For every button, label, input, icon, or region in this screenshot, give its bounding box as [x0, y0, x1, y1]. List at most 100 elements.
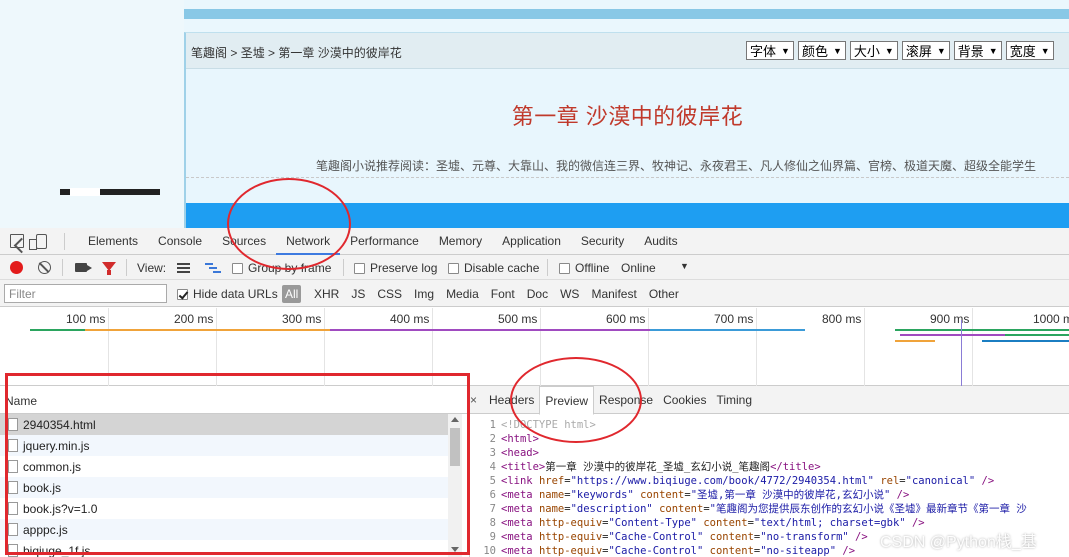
font-select[interactable]: 字体 ▼: [746, 41, 794, 60]
type-filter-js[interactable]: JS: [345, 287, 371, 301]
toolbar-divider: [126, 259, 127, 276]
type-filter-ws[interactable]: WS: [554, 287, 585, 301]
dropdown-arrow-icon: ▼: [936, 45, 946, 56]
line-number: 1: [489, 419, 496, 431]
size-select[interactable]: 大小 ▼: [849, 41, 898, 60]
large-rows-icon[interactable]: [177, 263, 190, 273]
source-token: "Content-Type": [608, 517, 697, 529]
source-token: http-equiv: [538, 531, 603, 543]
type-filter-other[interactable]: Other: [643, 287, 685, 301]
timeline-tick-label: 700 ms: [714, 312, 754, 326]
chevron-down-icon[interactable]: ▼: [680, 261, 689, 271]
disable-cache-checkbox[interactable]: Disable cache: [448, 261, 539, 275]
throttling-select[interactable]: Online: [621, 261, 656, 275]
line-number: 6: [489, 489, 496, 501]
type-filter-img[interactable]: Img: [408, 287, 440, 301]
network-toolbar: View: Group by frame Preserve log Disabl…: [0, 255, 1069, 280]
tab-timing[interactable]: Timing: [711, 386, 757, 414]
close-icon[interactable]: ×: [470, 393, 477, 407]
inspect-element-icon[interactable]: [10, 234, 24, 248]
source-token: "Cache-Control": [608, 545, 704, 557]
toolbar-divider: [343, 259, 344, 276]
background-select[interactable]: 背景 ▼: [953, 41, 1002, 60]
offline-checkbox[interactable]: Offline: [559, 261, 609, 275]
breadcrumb-book-link[interactable]: 圣墟: [241, 46, 265, 60]
scroll-select[interactable]: 滚屏 ▼: [901, 41, 950, 60]
annotation-circle: [227, 178, 351, 270]
dropdown-arrow-icon: ▼: [832, 45, 842, 56]
dropdown-arrow-icon: ▼: [988, 45, 998, 56]
source-token: content: [697, 517, 748, 529]
line-number: 2: [489, 433, 496, 445]
tab-security[interactable]: Security: [571, 228, 634, 255]
filter-input[interactable]: [4, 284, 167, 303]
reading-controls: 字体 ▼ 颜色 ▼ 大小 ▼ 滚屏 ▼ 背景 ▼ 宽度 ▼: [746, 41, 1054, 60]
clear-icon[interactable]: [38, 261, 51, 274]
breadcrumb-home-link[interactable]: 笔趣阁: [191, 46, 227, 60]
line-number: 5: [489, 475, 496, 487]
tab-elements[interactable]: Elements: [78, 228, 148, 255]
tab-memory[interactable]: Memory: [429, 228, 492, 255]
watermark: CSDN @Python栈_基: [880, 534, 1037, 551]
devtools-tab-bar: Elements Console Sources Network Perform…: [0, 228, 1069, 255]
source-token: "no-siteapp": [760, 545, 837, 557]
type-filter-xhr[interactable]: XHR: [308, 287, 345, 301]
type-filter-all[interactable]: All: [282, 285, 302, 303]
tab-application[interactable]: Application: [492, 228, 571, 255]
preserve-log-checkbox[interactable]: Preserve log: [354, 261, 437, 275]
view-label: View:: [137, 261, 167, 275]
record-icon[interactable]: [10, 261, 23, 274]
breadcrumb: 笔趣阁 > 圣墟 > 第一章 沙漠中的彼岸花: [191, 44, 402, 61]
timeline-tick-label: 200 ms: [174, 312, 214, 326]
source-token: http-equiv: [538, 517, 603, 529]
hide-data-urls-checkbox[interactable]: Hide data URLs: [177, 287, 278, 301]
source-token: />: [836, 545, 856, 557]
line-numbers: 1 2 3 4 5 6 7 8 9 10: [470, 418, 496, 557]
filter-icon[interactable]: [102, 262, 116, 275]
screen: { "site": { "breadcrumb": ["笔趣阁", " > ",…: [0, 0, 1069, 557]
line-number: 9: [489, 531, 496, 543]
timeline-tick-label: 600 ms: [606, 312, 646, 326]
divider: [186, 177, 1069, 178]
type-filter-doc[interactable]: Doc: [521, 287, 554, 301]
tab-cookies[interactable]: Cookies: [658, 386, 711, 414]
capture-screenshots-icon[interactable]: [75, 263, 92, 272]
line-number: 10: [483, 545, 496, 557]
timeline-bar: [895, 340, 935, 342]
source-token: "https://www.biqiuge.com/book/4772/29403…: [570, 475, 874, 487]
source-token: />: [975, 475, 995, 487]
toolbar-divider: [64, 233, 65, 250]
type-filter-manifest[interactable]: Manifest: [585, 287, 642, 301]
source-token: "圣墟,第一章 沙漠中的彼岸花,玄幻小说": [690, 489, 891, 501]
type-filter-css[interactable]: CSS: [371, 287, 408, 301]
source-token: "笔趣阁为您提供辰东创作的玄幻小说《圣墟》最新章节《第一章 沙: [709, 503, 1027, 515]
type-filter-media[interactable]: Media: [440, 287, 485, 301]
device-toolbar-icon[interactable]: [29, 234, 47, 250]
devtools-tabs: Elements Console Sources Network Perform…: [78, 228, 688, 255]
waterfall-overview-icon[interactable]: [205, 263, 221, 274]
type-filters: XHR JS CSS Img Media Font Doc WS Manifes…: [308, 287, 685, 301]
timeline-tick-label: 400 ms: [390, 312, 430, 326]
source-token: "description": [570, 503, 653, 515]
timeline-bar: [900, 334, 1010, 336]
source-token: <meta: [501, 489, 539, 501]
tab-console[interactable]: Console: [148, 228, 212, 255]
source-token: content: [703, 545, 754, 557]
filter-bar: Hide data URLs All XHR JS CSS Img Media …: [0, 280, 1069, 307]
timeline-tick-label: 300 ms: [282, 312, 322, 326]
line-number: 3: [489, 447, 496, 459]
breadcrumb-chapter: 第一章 沙漠中的彼岸花: [278, 46, 402, 60]
chapter-title: 第一章 沙漠中的彼岸花: [511, 104, 744, 129]
recommend-text: 笔趣阁小说推荐阅读：圣墟、元尊、大靠山、我的微信连三界、牧神记、永夜君王、凡人修…: [316, 159, 1037, 173]
dropdown-arrow-icon: ▼: [1040, 45, 1050, 56]
timeline-tick-label: 900 ms: [930, 312, 970, 326]
timeline-bar: [1005, 334, 1069, 336]
width-select[interactable]: 宽度 ▼: [1005, 41, 1054, 60]
tab-audits[interactable]: Audits: [634, 228, 687, 255]
type-filter-font[interactable]: Font: [485, 287, 521, 301]
source-token: <meta: [501, 503, 539, 515]
source-token: name: [538, 503, 565, 515]
color-select[interactable]: 颜色 ▼: [797, 41, 846, 60]
tab-performance[interactable]: Performance: [340, 228, 429, 255]
dom-loaded-marker: [961, 320, 962, 386]
